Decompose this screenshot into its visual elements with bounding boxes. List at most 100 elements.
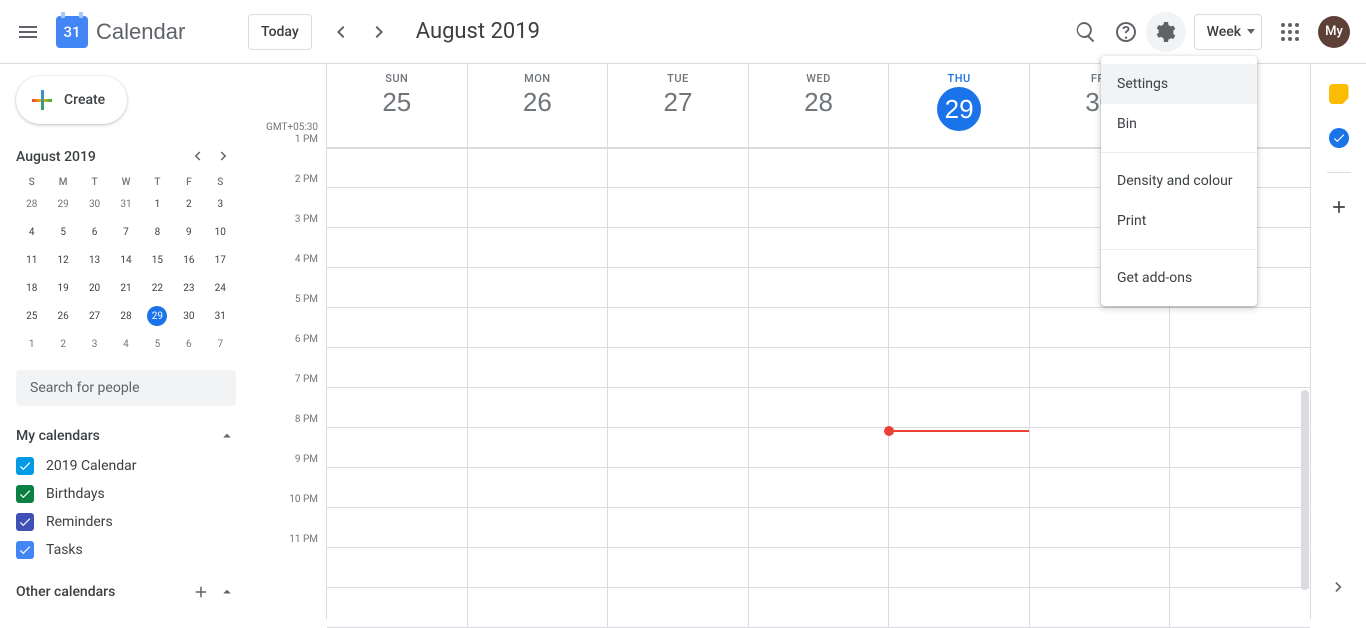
time-cell[interactable]	[749, 188, 890, 227]
time-row[interactable]	[327, 588, 1310, 628]
search-button[interactable]	[1066, 12, 1106, 52]
time-cell[interactable]	[468, 268, 609, 307]
time-cell[interactable]	[327, 149, 468, 187]
time-cell[interactable]	[1170, 468, 1310, 507]
main-menu-button[interactable]	[8, 12, 48, 52]
mini-day-cell[interactable]: 5	[142, 332, 173, 356]
mini-day-cell[interactable]: 15	[142, 248, 173, 272]
mini-day-cell[interactable]: 28	[16, 192, 47, 216]
day-header[interactable]: MON26	[468, 64, 609, 147]
time-row[interactable]	[327, 308, 1310, 348]
mini-day-cell[interactable]: 6	[79, 220, 110, 244]
time-cell[interactable]	[889, 149, 1030, 187]
mini-day-cell[interactable]: 4	[110, 332, 141, 356]
time-cell[interactable]	[1030, 388, 1171, 427]
mini-day-cell[interactable]: 29	[142, 304, 173, 328]
time-cell[interactable]	[327, 388, 468, 427]
settings-button[interactable]	[1146, 12, 1186, 52]
hide-side-panel-button[interactable]	[1323, 571, 1355, 603]
time-cell[interactable]	[608, 268, 749, 307]
time-cell[interactable]	[468, 188, 609, 227]
mini-day-cell[interactable]: 1	[142, 192, 173, 216]
time-cell[interactable]	[889, 188, 1030, 227]
mini-day-cell[interactable]: 20	[79, 276, 110, 300]
time-cell[interactable]	[327, 468, 468, 507]
mini-day-cell[interactable]: 13	[79, 248, 110, 272]
calendar-item[interactable]: Reminders	[16, 508, 236, 536]
mini-day-cell[interactable]: 28	[110, 304, 141, 328]
day-header[interactable]: THU29	[889, 64, 1030, 147]
time-cell[interactable]	[327, 268, 468, 307]
checkbox-icon[interactable]	[16, 513, 34, 531]
plus-icon[interactable]	[192, 583, 210, 601]
time-cell[interactable]	[1170, 508, 1310, 547]
time-cell[interactable]	[608, 508, 749, 547]
day-header[interactable]: WED28	[749, 64, 890, 147]
mini-day-cell[interactable]: 18	[16, 276, 47, 300]
mini-day-cell[interactable]: 2	[47, 332, 78, 356]
checkbox-icon[interactable]	[16, 485, 34, 503]
time-cell[interactable]	[608, 588, 749, 627]
time-cell[interactable]	[889, 308, 1030, 347]
time-cell[interactable]	[608, 228, 749, 267]
time-cell[interactable]	[468, 388, 609, 427]
time-cell[interactable]	[327, 508, 468, 547]
time-cell[interactable]	[468, 508, 609, 547]
mini-day-cell[interactable]: 29	[47, 192, 78, 216]
time-cell[interactable]	[889, 268, 1030, 307]
time-cell[interactable]	[327, 228, 468, 267]
time-cell[interactable]	[327, 188, 468, 227]
menu-item-addons[interactable]: Get add-ons	[1101, 258, 1257, 298]
time-cell[interactable]	[608, 149, 749, 187]
mini-day-cell[interactable]: 27	[79, 304, 110, 328]
mini-day-cell[interactable]: 9	[173, 220, 204, 244]
keep-addon-button[interactable]	[1329, 84, 1349, 104]
mini-day-cell[interactable]: 14	[110, 248, 141, 272]
time-cell[interactable]	[889, 508, 1030, 547]
mini-day-cell[interactable]: 5	[47, 220, 78, 244]
time-row[interactable]	[327, 508, 1310, 548]
mini-day-cell[interactable]: 8	[142, 220, 173, 244]
get-addons-button[interactable]	[1329, 197, 1349, 221]
time-cell[interactable]	[889, 588, 1030, 627]
time-cell[interactable]	[468, 228, 609, 267]
time-cell[interactable]	[889, 228, 1030, 267]
time-cell[interactable]	[1170, 428, 1310, 467]
time-cell[interactable]	[889, 428, 1030, 467]
time-cell[interactable]	[1030, 468, 1171, 507]
time-cell[interactable]	[749, 428, 890, 467]
time-cell[interactable]	[1170, 588, 1310, 627]
mini-day-cell[interactable]: 31	[205, 304, 236, 328]
menu-item-density[interactable]: Density and colour	[1101, 161, 1257, 201]
mini-next-button[interactable]	[212, 144, 236, 168]
mini-day-cell[interactable]: 30	[173, 304, 204, 328]
time-cell[interactable]	[608, 548, 749, 587]
time-cell[interactable]	[468, 428, 609, 467]
time-cell[interactable]	[327, 588, 468, 627]
mini-day-cell[interactable]: 24	[205, 276, 236, 300]
time-cell[interactable]	[749, 468, 890, 507]
mini-day-cell[interactable]: 4	[16, 220, 47, 244]
next-period-button[interactable]	[360, 12, 400, 52]
time-cell[interactable]	[608, 348, 749, 387]
scrollbar[interactable]	[1301, 390, 1309, 590]
time-cell[interactable]	[327, 348, 468, 387]
time-cell[interactable]	[1030, 548, 1171, 587]
time-cell[interactable]	[1030, 508, 1171, 547]
google-apps-button[interactable]	[1270, 12, 1310, 52]
menu-item-bin[interactable]: Bin	[1101, 104, 1257, 144]
my-calendars-toggle[interactable]: My calendars	[16, 420, 236, 452]
time-cell[interactable]	[1030, 588, 1171, 627]
time-cell[interactable]	[749, 348, 890, 387]
mini-day-cell[interactable]: 10	[205, 220, 236, 244]
time-row[interactable]	[327, 388, 1310, 428]
time-cell[interactable]	[327, 548, 468, 587]
time-cell[interactable]	[749, 228, 890, 267]
mini-day-cell[interactable]: 21	[110, 276, 141, 300]
mini-day-cell[interactable]: 3	[79, 332, 110, 356]
view-switcher[interactable]: Week	[1194, 14, 1262, 50]
time-cell[interactable]	[749, 508, 890, 547]
other-calendars-toggle[interactable]: Other calendars	[16, 576, 236, 608]
day-header[interactable]: TUE27	[608, 64, 749, 147]
time-cell[interactable]	[1030, 308, 1171, 347]
